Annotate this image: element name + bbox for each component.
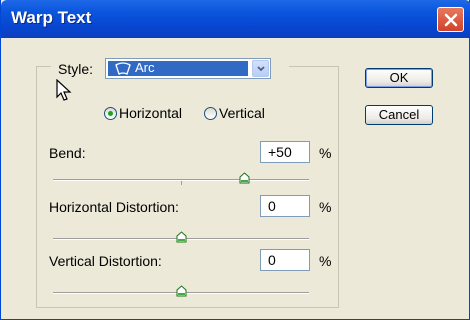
radio-vertical[interactable]	[204, 107, 217, 120]
horizontal-distortion-slider-thumb[interactable]	[176, 231, 187, 243]
title-bar[interactable]: Warp Text	[1, 0, 470, 38]
chevron-down-icon	[257, 66, 265, 72]
bend-unit: %	[319, 145, 332, 161]
close-button[interactable]	[437, 7, 464, 32]
dialog-title: Warp Text	[11, 8, 92, 27]
mouse-pointer-icon	[56, 79, 72, 101]
close-icon	[444, 13, 458, 27]
radio-selected-dot	[108, 111, 113, 116]
bend-slider-center-tick	[181, 181, 182, 185]
style-dropdown[interactable]: Arc	[105, 58, 271, 79]
style-selected-text: Arc	[135, 60, 155, 75]
radio-vertical-label: Vertical	[219, 105, 265, 121]
bend-slider-thumb[interactable]	[239, 172, 250, 184]
vertical-distortion-input[interactable]: 0	[260, 249, 310, 271]
dropdown-button[interactable]	[252, 60, 269, 77]
horizontal-distortion-input[interactable]: 0	[260, 195, 310, 217]
radio-horizontal-label: Horizontal	[119, 105, 183, 121]
style-selected-value: Arc	[108, 60, 248, 76]
vertical-distortion-label: Vertical Distortion:	[49, 253, 162, 269]
horizontal-distortion-unit: %	[319, 199, 332, 215]
vertical-distortion-unit: %	[319, 253, 332, 269]
bend-label: Bend:	[49, 145, 86, 161]
style-group-box	[36, 66, 339, 308]
style-label: Style:	[58, 61, 94, 77]
cancel-button[interactable]: Cancel	[365, 105, 433, 125]
warp-text-dialog: Warp Text Style: Arc Horizontal Vertical	[0, 0, 470, 320]
radio-horizontal[interactable]	[104, 107, 117, 120]
vertical-distortion-slider-thumb[interactable]	[176, 285, 187, 297]
arc-icon	[115, 62, 131, 75]
bend-input[interactable]: +50	[260, 141, 310, 163]
ok-button[interactable]: OK	[365, 68, 433, 88]
horizontal-distortion-label: Horizontal Distortion:	[49, 199, 179, 215]
